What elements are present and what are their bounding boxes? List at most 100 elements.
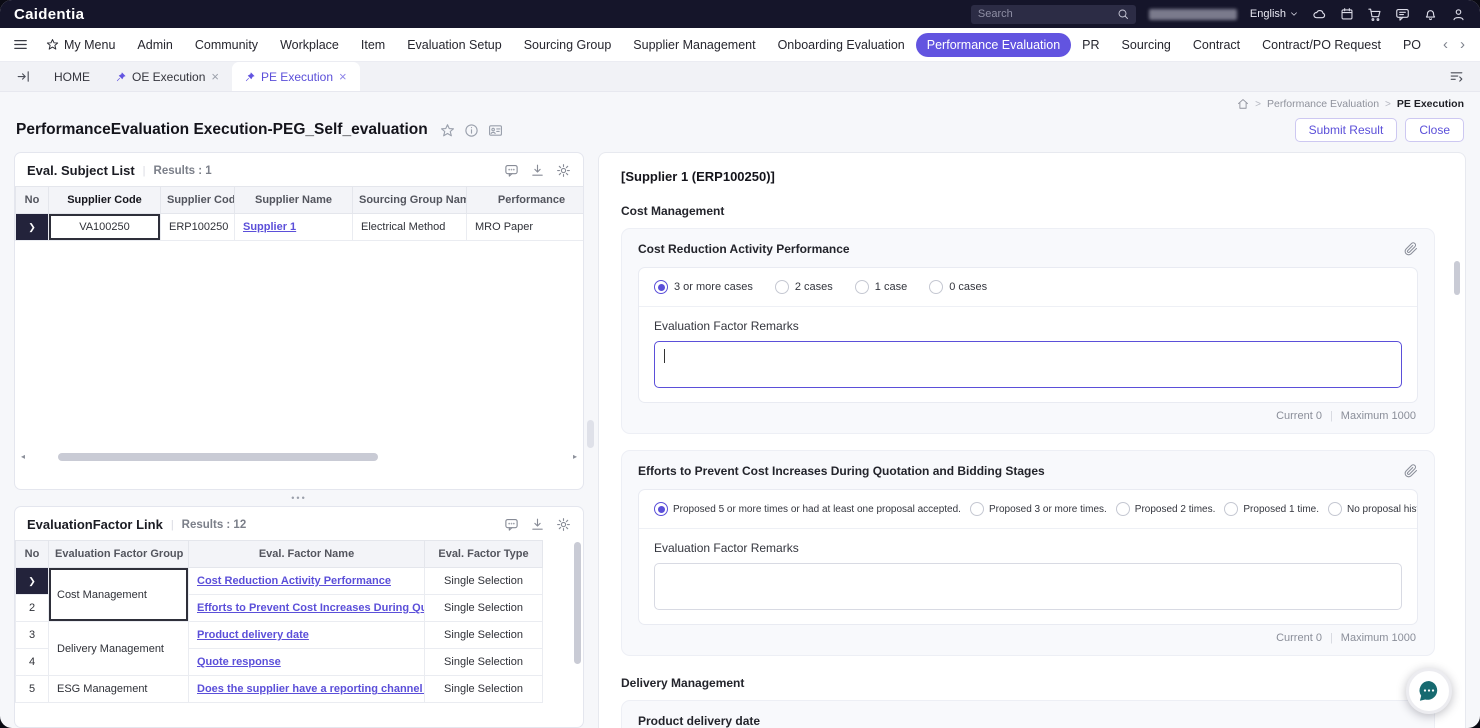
menu-item-supplier-management[interactable]: Supplier Management bbox=[622, 33, 766, 57]
global-search[interactable] bbox=[970, 4, 1136, 24]
table-row[interactable]: 3 Delivery Management Product delivery dat… bbox=[15, 621, 543, 676]
radio-unselected-icon[interactable] bbox=[969, 502, 984, 516]
close-button[interactable]: Close bbox=[1405, 118, 1464, 142]
favorite-star-icon[interactable] bbox=[440, 123, 455, 138]
cart-icon[interactable] bbox=[1367, 7, 1382, 22]
menu-item-sourcing[interactable]: Sourcing bbox=[1111, 33, 1182, 57]
hamburger-icon[interactable] bbox=[12, 36, 29, 53]
tab-home[interactable]: HOME bbox=[41, 62, 103, 91]
radio-unselected-icon[interactable] bbox=[774, 280, 789, 294]
row-select-cell[interactable]: ❯ bbox=[15, 567, 49, 595]
radio-unselected-icon[interactable] bbox=[854, 280, 869, 294]
radio-selected-icon[interactable] bbox=[654, 280, 668, 294]
comment-icon[interactable] bbox=[504, 163, 519, 178]
radio-unselected-icon[interactable] bbox=[1328, 502, 1342, 516]
scrollbar-thumb[interactable] bbox=[574, 542, 581, 664]
submit-result-button[interactable]: Submit Result bbox=[1294, 118, 1398, 142]
menu-scroll-left-icon[interactable]: ‹ bbox=[1440, 37, 1451, 52]
language-selector[interactable]: English bbox=[1250, 8, 1299, 20]
tab-list-icon[interactable] bbox=[1443, 62, 1470, 91]
panel-resize-handle[interactable]: ••• bbox=[14, 490, 584, 506]
tab-close-icon[interactable]: × bbox=[339, 70, 347, 83]
menu-item-community[interactable]: Community bbox=[184, 33, 269, 57]
menu-item-contract[interactable]: Contract bbox=[1182, 33, 1251, 57]
radio-unselected-icon[interactable] bbox=[1115, 502, 1130, 516]
download-icon[interactable] bbox=[530, 163, 545, 178]
user-icon[interactable] bbox=[1451, 7, 1466, 22]
settings-gear-icon[interactable] bbox=[556, 163, 571, 178]
scroll-left-arrow-icon[interactable]: ◂ bbox=[18, 452, 28, 461]
menu-item-my-menu[interactable]: My Menu bbox=[35, 33, 126, 57]
radio-option-proposed-2-times[interactable]: Proposed 2 times. bbox=[1115, 502, 1215, 516]
column-splitter[interactable] bbox=[584, 152, 598, 728]
splitter-handle[interactable] bbox=[587, 420, 594, 448]
breadcrumb-item-pe-execution[interactable]: PE Execution bbox=[1397, 98, 1464, 110]
contact-card-icon[interactable] bbox=[488, 123, 503, 138]
menu-item-sourcing-group[interactable]: Sourcing Group bbox=[513, 33, 623, 57]
factor-name-link[interactable]: Quote response bbox=[197, 656, 281, 668]
radio-option-2-cases[interactable]: 2 cases bbox=[774, 280, 833, 294]
search-icon[interactable] bbox=[1117, 8, 1129, 20]
settings-gear-icon[interactable] bbox=[556, 517, 571, 532]
radio-selected-icon[interactable] bbox=[654, 502, 668, 516]
menu-item-asn-gr[interactable]: ASN/GR bbox=[1432, 33, 1434, 57]
radio-option-proposed-3-or-more-times[interactable]: Proposed 3 or more times. bbox=[969, 502, 1107, 516]
supplier-name-link[interactable]: Supplier 1 bbox=[243, 221, 296, 233]
scrollbar-track[interactable] bbox=[28, 452, 570, 461]
menu-item-po[interactable]: PO bbox=[1392, 33, 1432, 57]
remarks-textarea[interactable] bbox=[654, 563, 1402, 610]
menu-item-admin[interactable]: Admin bbox=[126, 33, 183, 57]
paperclip-icon[interactable] bbox=[1404, 464, 1418, 478]
user-info-redacted[interactable] bbox=[1148, 8, 1237, 20]
factor-name-link[interactable]: Efforts to Prevent Cost Increases During… bbox=[197, 602, 424, 614]
radio-option-proposed-5-or-more-times-or-had-at-least-one-proposal-accepted[interactable]: Proposed 5 or more times or had at least… bbox=[654, 502, 961, 516]
tab-pe-execution[interactable]: PE Execution × bbox=[231, 62, 360, 91]
chat-fab-button[interactable] bbox=[1406, 668, 1452, 714]
radio-option-proposed-1-time[interactable]: Proposed 1 time. bbox=[1224, 502, 1319, 516]
breadcrumb-item-performance-evaluation[interactable]: Performance Evaluation bbox=[1267, 98, 1379, 110]
menu-scroll-right-icon[interactable]: › bbox=[1457, 37, 1468, 52]
radio-unselected-icon[interactable] bbox=[929, 280, 944, 294]
menu-item-evaluation-setup[interactable]: Evaluation Setup bbox=[396, 33, 513, 57]
vertical-scrollbar[interactable] bbox=[574, 542, 581, 725]
radio-unselected-icon[interactable] bbox=[1224, 502, 1239, 516]
radio-option-1-case[interactable]: 1 case bbox=[854, 280, 907, 294]
menu-item-workplace[interactable]: Workplace bbox=[269, 33, 350, 57]
info-icon[interactable] bbox=[464, 123, 479, 138]
bell-icon[interactable] bbox=[1423, 7, 1438, 22]
factor-name-link[interactable]: Does the supplier have a reporting chann… bbox=[197, 683, 424, 695]
search-input[interactable] bbox=[977, 8, 1111, 20]
card-title-row: Cost Reduction Activity Performance bbox=[638, 242, 1418, 256]
horizontal-scrollbar[interactable]: ◂ ▸ bbox=[18, 450, 580, 463]
chat-icon[interactable] bbox=[1395, 7, 1410, 22]
factor-name-link[interactable]: Product delivery date bbox=[197, 629, 309, 641]
paperclip-icon[interactable] bbox=[1404, 242, 1418, 256]
home-icon[interactable] bbox=[1237, 98, 1249, 110]
menu-item-pr[interactable]: PR bbox=[1071, 33, 1110, 57]
radio-option-3-or-more-cases[interactable]: 3 or more cases bbox=[654, 280, 753, 294]
table-row[interactable]: ❯ VA100250 ERP100250 Supplier 1 Electrical M… bbox=[15, 213, 583, 241]
scrollbar-thumb[interactable] bbox=[58, 452, 379, 461]
cloud-icon[interactable] bbox=[1312, 7, 1327, 22]
table-row[interactable]: ❯ Cost Management Cost Reduction Activity … bbox=[15, 567, 543, 622]
form-scrollbar[interactable] bbox=[1454, 163, 1460, 718]
supplier-code-edit-field[interactable]: VA100250 bbox=[49, 214, 160, 240]
menu-item-performance-evaluation[interactable]: Performance Evaluation bbox=[915, 32, 1072, 57]
radio-option-0-cases[interactable]: 0 cases bbox=[929, 280, 987, 294]
remarks-textarea[interactable] bbox=[654, 341, 1402, 388]
tab-close-icon[interactable]: × bbox=[211, 70, 219, 83]
comment-icon[interactable] bbox=[504, 517, 519, 532]
menu-item-onboarding-evaluation[interactable]: Onboarding Evaluation bbox=[767, 33, 916, 57]
tab-oe-execution[interactable]: OE Execution × bbox=[103, 62, 232, 91]
download-icon[interactable] bbox=[530, 517, 545, 532]
row-select-cell[interactable]: ❯ bbox=[15, 213, 49, 241]
menu-item-item[interactable]: Item bbox=[350, 33, 396, 57]
scroll-right-arrow-icon[interactable]: ▸ bbox=[570, 452, 580, 461]
scrollbar-thumb[interactable] bbox=[1454, 261, 1460, 295]
calendar-icon[interactable] bbox=[1340, 7, 1354, 21]
radio-option-no-proposal-history[interactable]: No proposal history. bbox=[1328, 502, 1417, 516]
table-row[interactable]: 5 ESG Management Does the supplier have a … bbox=[15, 675, 543, 703]
tab-expand-icon[interactable] bbox=[10, 62, 37, 91]
menu-item-contract-po-request[interactable]: Contract/PO Request bbox=[1251, 33, 1392, 57]
factor-name-link[interactable]: Cost Reduction Activity Performance bbox=[197, 575, 391, 587]
